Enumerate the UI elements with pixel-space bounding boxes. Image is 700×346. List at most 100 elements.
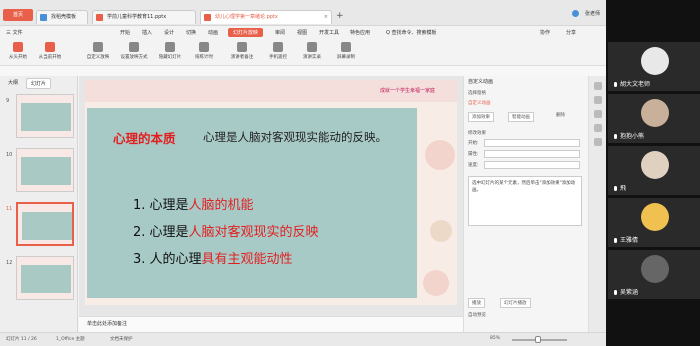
slide-thumbnail[interactable]	[16, 256, 74, 300]
bullet-line: 3. 人的心理具有主观能动性	[133, 252, 293, 267]
doc-status: 文档未保护	[110, 337, 133, 342]
menu-slideshow[interactable]: 幻灯片放映	[228, 28, 264, 37]
menu-review[interactable]: 审阅	[275, 29, 285, 36]
menu-insert[interactable]: 插入	[142, 29, 152, 36]
bullet-line: 2. 心理是人脑对客观现实的反映	[133, 225, 319, 240]
speed-select[interactable]	[484, 161, 580, 169]
play-icon	[45, 42, 55, 52]
start-select[interactable]	[484, 139, 580, 147]
participant-tile[interactable]: 吴紫涵	[608, 250, 700, 299]
tab-template[interactable]: 找稻壳模板	[36, 10, 88, 24]
slide-thumbnail[interactable]	[16, 94, 74, 138]
home-tab[interactable]: 首页	[3, 9, 33, 21]
menu-dev[interactable]: 开发工具	[319, 29, 339, 36]
share-button[interactable]: 分享	[566, 29, 576, 36]
mic-icon	[614, 290, 617, 295]
record-button[interactable]: 演讲实录	[296, 42, 328, 60]
docer-icon	[40, 14, 47, 21]
delete-button[interactable]: 删除	[556, 112, 565, 118]
window-controls: 张老师	[571, 10, 600, 17]
zoom-handle[interactable]	[535, 336, 541, 343]
collab-button[interactable]: 协作	[540, 29, 550, 36]
menu-transition[interactable]: 切换	[186, 29, 196, 36]
mic-icon	[614, 82, 617, 87]
timer-icon	[199, 42, 209, 52]
participant-tile[interactable]: 王雅倩	[608, 198, 700, 247]
new-tab-icon[interactable]: +	[336, 11, 344, 21]
start-label: 开始:	[468, 141, 479, 146]
participant-name: 王雅倩	[620, 237, 639, 244]
avatar[interactable]	[571, 10, 579, 17]
panel-tabs: 大纲 幻灯片	[4, 78, 52, 89]
menu-animation[interactable]: 动画	[208, 29, 218, 36]
participant-name: 飛	[620, 185, 627, 192]
animation-pane: 自定义动画 选择窗格 自定义动画 添加效果 智能动画 删除 修改效果 开始: 属…	[463, 76, 588, 332]
avatar	[641, 203, 669, 231]
tab-doc2[interactable]: 幼儿心理学第一章绪论.pptx ×	[200, 10, 332, 24]
smart-animation-button[interactable]: 智能动画	[508, 112, 534, 122]
editor-area: 成就一个学生幸福一家庭 心理的本质 心理是人脑对客观现实能动的反映。 1. 心理…	[79, 76, 463, 316]
modify-effect-label: 修改效果	[468, 131, 486, 136]
participant-tile[interactable]: 胡大文老师	[608, 42, 700, 91]
custom-icon	[93, 42, 103, 52]
participant-name: 胡大文老师	[620, 81, 651, 88]
theme-name: 1_Office 主题	[56, 337, 85, 342]
menu-special[interactable]: 特色应用	[350, 29, 370, 36]
auto-preview-checkbox[interactable]: 自动预览	[468, 312, 486, 318]
tool-icon[interactable]	[593, 110, 602, 118]
slide-number: 9	[6, 98, 10, 104]
notes-icon	[237, 42, 247, 52]
slideshow-button[interactable]: 幻灯片播放	[500, 298, 531, 308]
participant-tile[interactable]: 飛	[608, 146, 700, 195]
play-icon	[13, 42, 23, 52]
menu-view[interactable]: 视图	[297, 29, 307, 36]
status-bar: 幻灯片 11 / 26 1_Office 主题 文档未保护 85%	[0, 332, 606, 346]
tab-outline[interactable]: 大纲	[4, 78, 22, 89]
avatar	[641, 151, 669, 179]
animation-list[interactable]: 选中幻灯片的某个元素，然后单击"添加效果"添加动画。	[468, 176, 582, 226]
phone-remote-button[interactable]: 手机遥控	[262, 42, 294, 60]
slide-number: 11	[6, 206, 13, 212]
tool-icon[interactable]	[593, 96, 602, 104]
user-name[interactable]: 张老师	[585, 10, 600, 17]
screen-record-button[interactable]: 屏幕录制	[330, 42, 362, 60]
tool-icon[interactable]	[593, 82, 602, 90]
slide-thumbnail[interactable]	[16, 148, 74, 192]
avatar	[641, 255, 669, 283]
close-icon[interactable]: ×	[324, 11, 328, 23]
speed-label: 速度:	[468, 163, 479, 168]
tab-slides[interactable]: 幻灯片	[26, 78, 52, 89]
mic-icon	[614, 134, 617, 139]
side-toolbar	[588, 76, 606, 332]
menu-design[interactable]: 设计	[164, 29, 174, 36]
tool-icon[interactable]	[593, 138, 602, 146]
slide-thumbnail-selected[interactable]	[16, 202, 74, 246]
property-label: 属性:	[468, 152, 479, 157]
add-effect-button[interactable]: 添加效果	[468, 112, 494, 122]
notes-field[interactable]: 单击此处添加备注	[79, 316, 463, 332]
property-select[interactable]	[484, 150, 580, 158]
settings-icon	[129, 42, 139, 52]
search-command[interactable]: Q 查找命令、搜索模板	[386, 29, 437, 36]
custom-animation-link[interactable]: 自定义动画	[468, 100, 491, 106]
selection-pane-link[interactable]: 选择窗格	[468, 90, 486, 96]
play-button[interactable]: 播放	[468, 298, 485, 308]
tab-doc1[interactable]: 学前儿童科学教育11.pptx	[92, 10, 196, 24]
menu-file[interactable]: 三 文件	[6, 29, 23, 36]
menu-start[interactable]: 开始	[120, 29, 130, 36]
custom-show-button[interactable]: 自定义放映	[82, 42, 114, 60]
play-from-start-button[interactable]: 从头开始	[2, 42, 34, 60]
participant-tile[interactable]: 抱抱小熊	[608, 94, 700, 143]
avatar	[641, 99, 669, 127]
menu-bar: 三 文件 开始 插入 设计 切换 动画 幻灯片放映 审阅 视图 开发工具 特色应…	[0, 26, 606, 40]
quick-bar	[0, 66, 606, 76]
play-current-button[interactable]: 从当前开始	[34, 42, 66, 60]
slide-canvas[interactable]: 成就一个学生幸福一家庭 心理的本质 心理是人脑对客观现实能动的反映。 1. 心理…	[85, 80, 457, 305]
presenter-notes-button[interactable]: 演讲者备注	[226, 42, 258, 60]
wps-window: 首页 找稻壳模板 学前儿童科学教育11.pptx 幼儿心理学第一章绪论.pptx…	[0, 0, 606, 346]
show-settings-button[interactable]: 设置放映方式	[118, 42, 150, 60]
mic-icon	[614, 186, 617, 191]
rehearse-button[interactable]: 排练计时	[188, 42, 220, 60]
tool-icon[interactable]	[593, 124, 602, 132]
hide-slide-button[interactable]: 隐藏幻灯片	[154, 42, 186, 60]
